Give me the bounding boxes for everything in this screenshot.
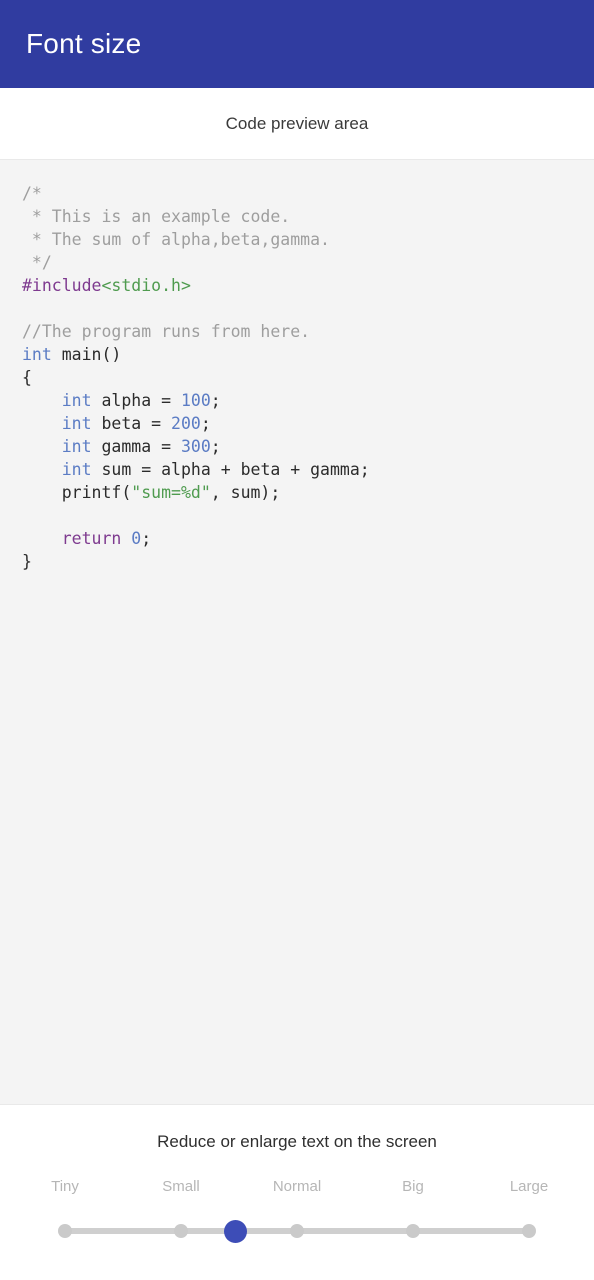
code-sample: /* * This is an example code. * The sum … bbox=[22, 182, 594, 573]
code-token-plain: ; bbox=[200, 414, 211, 433]
code-token-plain: main() bbox=[51, 345, 122, 364]
code-token-keyword: int bbox=[61, 460, 92, 479]
font-size-slider[interactable]: Tiny Small Normal Big Large bbox=[0, 1178, 594, 1256]
slider-tick-big[interactable] bbox=[406, 1224, 420, 1238]
slider-track-zone[interactable] bbox=[0, 1216, 594, 1246]
slider-label-small[interactable]: Small bbox=[162, 1178, 200, 1195]
code-token-comment: * The sum of alpha,beta,gamma. bbox=[22, 230, 330, 249]
code-token-plain: ; bbox=[141, 529, 152, 548]
slider-label-row: Tiny Small Normal Big Large bbox=[0, 1178, 594, 1200]
code-token-comment: /* bbox=[22, 184, 42, 203]
slider-tick-large[interactable] bbox=[522, 1224, 536, 1238]
code-token-keyword: int bbox=[61, 437, 92, 456]
slider-label-large[interactable]: Large bbox=[510, 1178, 548, 1195]
code-token-number: 100 bbox=[180, 391, 211, 410]
code-token-comment: */ bbox=[22, 253, 52, 272]
code-token-number: 0 bbox=[131, 529, 142, 548]
code-token-plain: sum = alpha + beta + gamma; bbox=[91, 460, 370, 479]
slider-label-normal[interactable]: Normal bbox=[273, 1178, 321, 1195]
slider-label-tiny[interactable]: Tiny bbox=[51, 1178, 79, 1195]
code-token-number: 300 bbox=[180, 437, 211, 456]
code-token-string: "sum=%d" bbox=[131, 483, 211, 502]
code-token-plain: } bbox=[22, 552, 32, 571]
font-size-description: Reduce or enlarge text on the screen bbox=[157, 1132, 437, 1151]
code-token-keyword: int bbox=[61, 391, 92, 410]
code-token-plain: , sum); bbox=[210, 483, 281, 502]
code-token-plain: beta = bbox=[91, 414, 172, 433]
page-title: Font size bbox=[26, 28, 142, 59]
slider-tick-tiny[interactable] bbox=[58, 1224, 72, 1238]
code-token-comment: //The program runs from here. bbox=[22, 322, 311, 341]
code-token-plain: printf( bbox=[22, 483, 132, 502]
code-token-comment: * This is an example code. bbox=[22, 207, 291, 226]
code-token-plain: ; bbox=[210, 437, 221, 456]
code-token-preproc: #include bbox=[22, 276, 102, 295]
font-size-screen: Font size Code preview area /* * This is… bbox=[0, 0, 594, 1280]
code-preview-area: /* * This is an example code. * The sum … bbox=[0, 159, 594, 1105]
code-preview-header-label: Code preview area bbox=[225, 113, 369, 133]
code-token-plain: gamma = bbox=[91, 437, 181, 456]
code-token-plain: ; bbox=[210, 391, 221, 410]
slider-thumb[interactable] bbox=[223, 1220, 247, 1243]
slider-tick-normal[interactable] bbox=[290, 1224, 304, 1238]
app-bar: Font size bbox=[0, 0, 594, 88]
slider-label-big[interactable]: Big bbox=[402, 1178, 424, 1195]
code-token-number: 200 bbox=[171, 414, 201, 433]
code-token-keyword: int bbox=[61, 414, 92, 433]
code-token-return: return bbox=[61, 529, 122, 548]
code-preview-header: Code preview area bbox=[0, 88, 594, 159]
code-token-include: <stdio.h> bbox=[101, 276, 191, 295]
slider-tick-small[interactable] bbox=[174, 1224, 188, 1238]
code-token-plain: { bbox=[22, 368, 32, 387]
code-token-keyword: int bbox=[22, 345, 52, 364]
font-size-settings: Reduce or enlarge text on the screen Tin… bbox=[0, 1105, 594, 1280]
code-token-plain: alpha = bbox=[91, 391, 181, 410]
